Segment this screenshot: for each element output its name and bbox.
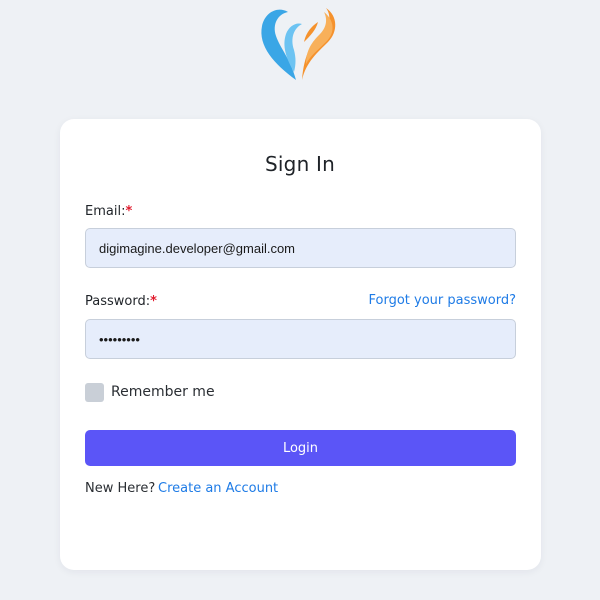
password-label-text: Password: [85, 294, 151, 309]
email-label-text: Email: [85, 204, 126, 219]
email-field[interactable] [85, 228, 516, 268]
forgot-password-link[interactable]: Forgot your password? [368, 293, 516, 308]
signup-prompt: New Here? [85, 481, 156, 496]
remember-me-label[interactable]: Remember me [111, 384, 215, 400]
password-field[interactable] [85, 319, 516, 359]
email-required-mark: * [125, 204, 133, 219]
create-account-link[interactable]: Create an Account [158, 481, 278, 496]
password-label: Password:* [85, 294, 157, 309]
email-label: Email:* [85, 204, 132, 219]
page-title: Sign In [265, 152, 335, 176]
remember-me-checkbox[interactable] [85, 383, 104, 402]
login-button[interactable]: Login [85, 430, 516, 466]
heart-flame-logo-icon [261, 8, 336, 81]
password-required-mark: * [150, 294, 157, 309]
